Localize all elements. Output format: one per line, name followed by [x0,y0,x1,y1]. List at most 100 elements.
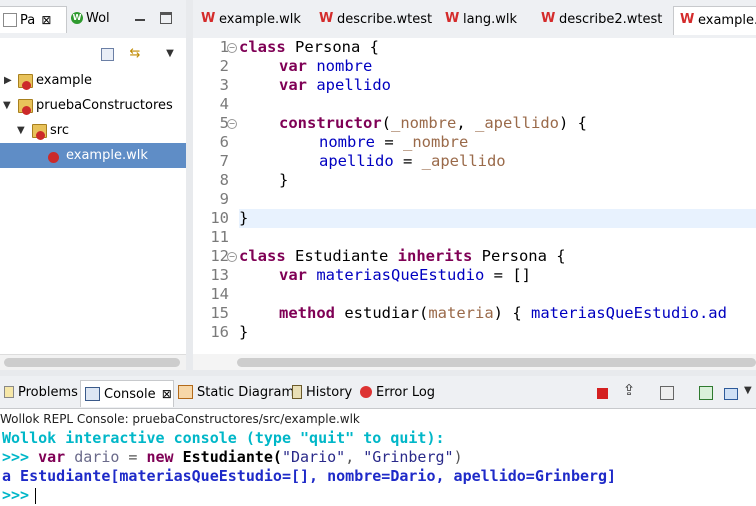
view-menu-icon[interactable]: ▼ [162,46,178,62]
editor-tab-describe2-wtest[interactable]: Wdescribe2.wtest [535,6,662,34]
line-number: 12 [210,247,229,265]
wollok-nature-icon [36,131,45,140]
error-log-icon [360,385,372,398]
code-line-12: class Estudiante inherits Persona { [239,247,566,265]
vertical-sash[interactable] [186,0,193,372]
console-result: a Estudiante[materiasQueEstudio=[], nomb… [2,467,617,485]
repl-console[interactable]: Wollok interactive console (type "quit" … [0,429,756,506]
editor-tab-example-active[interactable]: Wexample.w [673,6,756,35]
code-line-6: nombre = _nombre [319,133,469,151]
diagram-icon [178,384,193,399]
scrollbar-thumb[interactable] [237,358,756,367]
line-number: 7 [219,152,229,170]
tab-history[interactable]: History [288,380,352,406]
history-icon [292,384,302,399]
current-line-highlight [239,209,756,228]
wollok-nature-icon [22,81,31,90]
collapse-all-icon[interactable] [101,48,114,61]
code-line-3: var apellido [279,76,391,94]
wollok-file-icon: W [680,12,695,27]
line-number: 8 [219,171,229,189]
tab-wollok[interactable]: W Wol [68,6,120,32]
display-console-icon[interactable] [724,388,738,400]
editor-tab-label: lang.wlk [463,12,517,27]
editor-tab-label: example.wlk [219,12,301,27]
console-input-line[interactable]: >>> [2,486,37,505]
package-explorer-icon [3,12,17,27]
line-number: 1 [219,38,229,56]
close-icon[interactable]: ⊠ [162,387,172,401]
chevron-down-icon[interactable]: ▼ [3,93,11,118]
fold-toggle-icon[interactable]: − [227,119,237,129]
pin-console-icon[interactable] [699,386,713,400]
line-number: 16 [210,323,229,341]
line-number: 15 [210,304,229,322]
maximize-button[interactable] [160,12,172,24]
tab-console[interactable]: Console ⊠ [80,380,174,407]
console-prompt: >>> [2,486,30,504]
tab-problems-label: Problems [18,385,78,400]
wollok-icon: W [71,11,83,24]
code-line-7: apellido = _apellido [319,152,506,170]
project-tree: ▶ example ▼ pruebaConstructores ▼ src ex… [0,68,186,168]
fold-toggle-icon[interactable]: − [227,252,237,262]
line-number: 10 [210,209,229,227]
link-with-editor-icon[interactable]: ⇆ [127,46,143,62]
line-number: 9 [219,190,229,208]
explorer-horizontal-scrollbar[interactable] [0,354,186,371]
line-number: 13 [210,266,229,284]
tree-item-example[interactable]: ▶ example [0,68,186,93]
chevron-down-icon[interactable]: ▼ [17,118,25,143]
chevron-right-icon[interactable]: ▶ [4,68,12,93]
console-icon [85,386,100,401]
code-line-13: var materiasQueEstudio = [] [279,266,531,284]
tab-static-diagram-label: Static Diagram [197,385,295,400]
line-number: 3 [219,76,229,94]
editor-tab-bar: Wexample.wlk Wdescribe.wtest Wlang.wlk W… [193,0,756,39]
export-icon[interactable]: ⇪ [621,382,637,398]
tab-console-label: Console [104,387,156,402]
code-line-1: class Persona { [239,38,379,56]
fold-toggle-icon[interactable]: − [227,43,237,53]
wollok-test-icon: W [541,11,556,26]
editor-tab-describe-wtest[interactable]: Wdescribe.wtest [313,6,432,34]
tab-package-explorer-label: Pa [20,13,36,28]
tab-problems[interactable]: Problems [0,380,78,406]
tab-static-diagram[interactable]: Static Diagram [174,380,294,406]
chevron-down-icon[interactable]: ▼ [744,385,756,399]
code-line-2: var nombre [279,57,373,75]
terminate-icon[interactable] [597,388,608,399]
code-line-8: } [279,171,289,189]
editor-tab-lang-wlk[interactable]: Wlang.wlk [439,6,517,34]
console-banner: Wollok interactive console (type "quit" … [2,429,445,447]
line-number: 6 [219,133,229,151]
text-cursor [35,487,37,504]
tab-error-log[interactable]: Error Log [356,380,435,406]
editor-tab-label: example.w [698,13,756,28]
bottom-tab-bar: Problems Console ⊠ Static Diagram Histor… [0,376,756,409]
code-line-5: constructor(_nombre, _apellido) { [279,114,587,132]
clear-console-icon[interactable] [660,386,674,400]
tree-item-example-wlk[interactable]: example.wlk [0,143,186,168]
minimize-button[interactable] [133,10,147,24]
tree-item-src[interactable]: ▼ src [0,118,186,143]
code-editor[interactable]: 1 2 3 4 5 6 7 8 9 10 11 12 13 14 15 16 −… [193,38,756,354]
editor-horizontal-scrollbar[interactable] [193,354,756,370]
tab-package-explorer[interactable]: Pa ⊠ [0,6,67,33]
console-title: Wollok REPL Console: pruebaConstructores… [0,412,360,426]
tree-item-pruebaconstructores[interactable]: ▼ pruebaConstructores [0,93,186,118]
code-line-10: } [239,209,249,227]
package-explorer-panel: Pa ⊠ W Wol ⇆ ▼ ▶ example ▼ pruebaConstruc… [0,0,186,372]
scrollbar-thumb[interactable] [4,358,180,367]
tree-item-label: src [50,123,69,138]
editor-tab-label: describe.wtest [337,12,433,27]
left-tab-bar: Pa ⊠ W Wol [0,0,186,38]
close-icon[interactable]: ⊠ [41,13,51,27]
editor-tab-example-wlk[interactable]: Wexample.wlk [195,6,301,34]
tab-wollok-label: Wol [86,11,110,26]
wollok-test-icon: W [319,11,334,26]
code-line-16: } [239,323,249,341]
problems-icon [4,385,14,398]
code-area[interactable]: class Persona { var nombre var apellido … [239,38,756,354]
console-command-line: >>> var dario = new Estudiante("Dario", … [2,448,463,466]
